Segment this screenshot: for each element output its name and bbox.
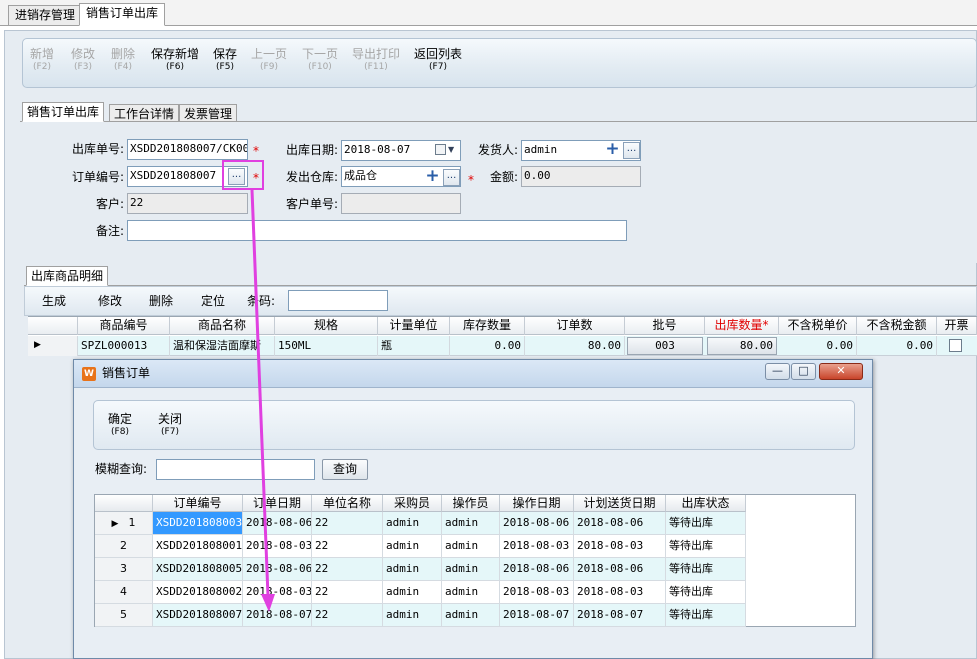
annotation-arrow-line (250, 189, 270, 597)
annotation-arrow (250, 189, 275, 612)
annotation-arrow-head (261, 594, 275, 612)
